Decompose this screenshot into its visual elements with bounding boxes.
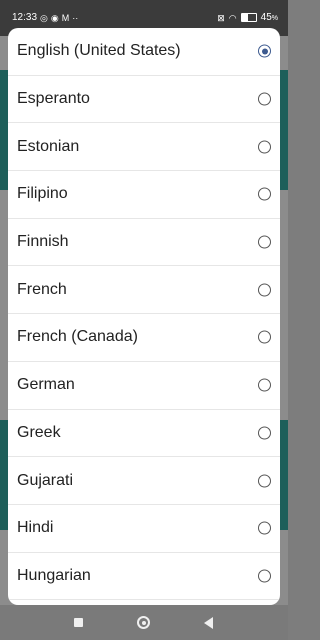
radio-unselected-icon[interactable] [258, 235, 271, 249]
radio-unselected-icon[interactable] [258, 330, 271, 344]
navigation-bar [0, 605, 288, 640]
language-option-label: Estonian [17, 137, 80, 155]
sim-off-icon: ⊠ [217, 12, 225, 23]
radio-unselected-icon[interactable] [258, 521, 271, 535]
radio-unselected-icon[interactable] [258, 283, 271, 297]
language-picker-dialog: English (United States) Esperanto Estonian… [8, 28, 280, 605]
language-option[interactable]: Finnish [8, 219, 280, 267]
radio-unselected-icon[interactable] [258, 187, 271, 201]
radio-unselected-icon[interactable] [258, 569, 271, 583]
whatsapp-icon: ◎ [40, 12, 48, 23]
language-option-label: French [17, 280, 67, 298]
language-option-label: Greek [17, 423, 61, 441]
language-option[interactable]: Hungarian [8, 553, 280, 601]
language-option[interactable]: Estonian [8, 123, 280, 172]
gmail-icon: M [61, 12, 70, 23]
radio-unselected-icon[interactable] [258, 474, 271, 488]
language-option[interactable]: Esperanto [8, 76, 280, 124]
battery-icon [240, 13, 257, 22]
language-option[interactable]: German [8, 362, 280, 410]
language-option[interactable]: English (United States) [8, 28, 280, 76]
language-option[interactable]: Filipino [8, 171, 280, 219]
more-dots-icon: ·· [72, 12, 79, 23]
radio-selected-icon[interactable] [258, 44, 271, 58]
wifi-icon: ◠ [228, 12, 237, 23]
status-time: 12:33 [12, 12, 38, 23]
home-button[interactable] [137, 616, 150, 629]
language-option[interactable]: Hindi [8, 505, 280, 553]
language-option[interactable]: Gujarati [8, 457, 280, 505]
language-option-label: Hindi [17, 519, 54, 537]
radio-unselected-icon[interactable] [258, 426, 271, 440]
language-option-label: Filipino [17, 185, 68, 203]
back-button[interactable] [204, 617, 213, 629]
language-option-label: German [17, 376, 75, 394]
messenger-icon: ◉ [50, 12, 59, 23]
language-option-label: Finnish [17, 233, 69, 251]
battery-level: 45% [260, 12, 278, 23]
radio-unselected-icon[interactable] [258, 140, 271, 154]
language-option-label: Gujarati [17, 471, 74, 489]
language-option-list: English (United States) Esperanto Estonian… [8, 28, 280, 601]
language-option[interactable]: French (Canada) [8, 314, 280, 362]
language-option-label: Hungarian [17, 566, 91, 584]
radio-unselected-icon[interactable] [258, 92, 271, 106]
language-option[interactable]: French [8, 266, 280, 315]
recents-button[interactable] [74, 618, 83, 627]
language-option-label: English (United States) [17, 42, 181, 60]
language-option-label: French (Canada) [17, 328, 138, 346]
language-option[interactable]: Greek [8, 410, 280, 458]
radio-unselected-icon[interactable] [258, 378, 271, 392]
language-option-label: Esperanto [17, 90, 90, 108]
